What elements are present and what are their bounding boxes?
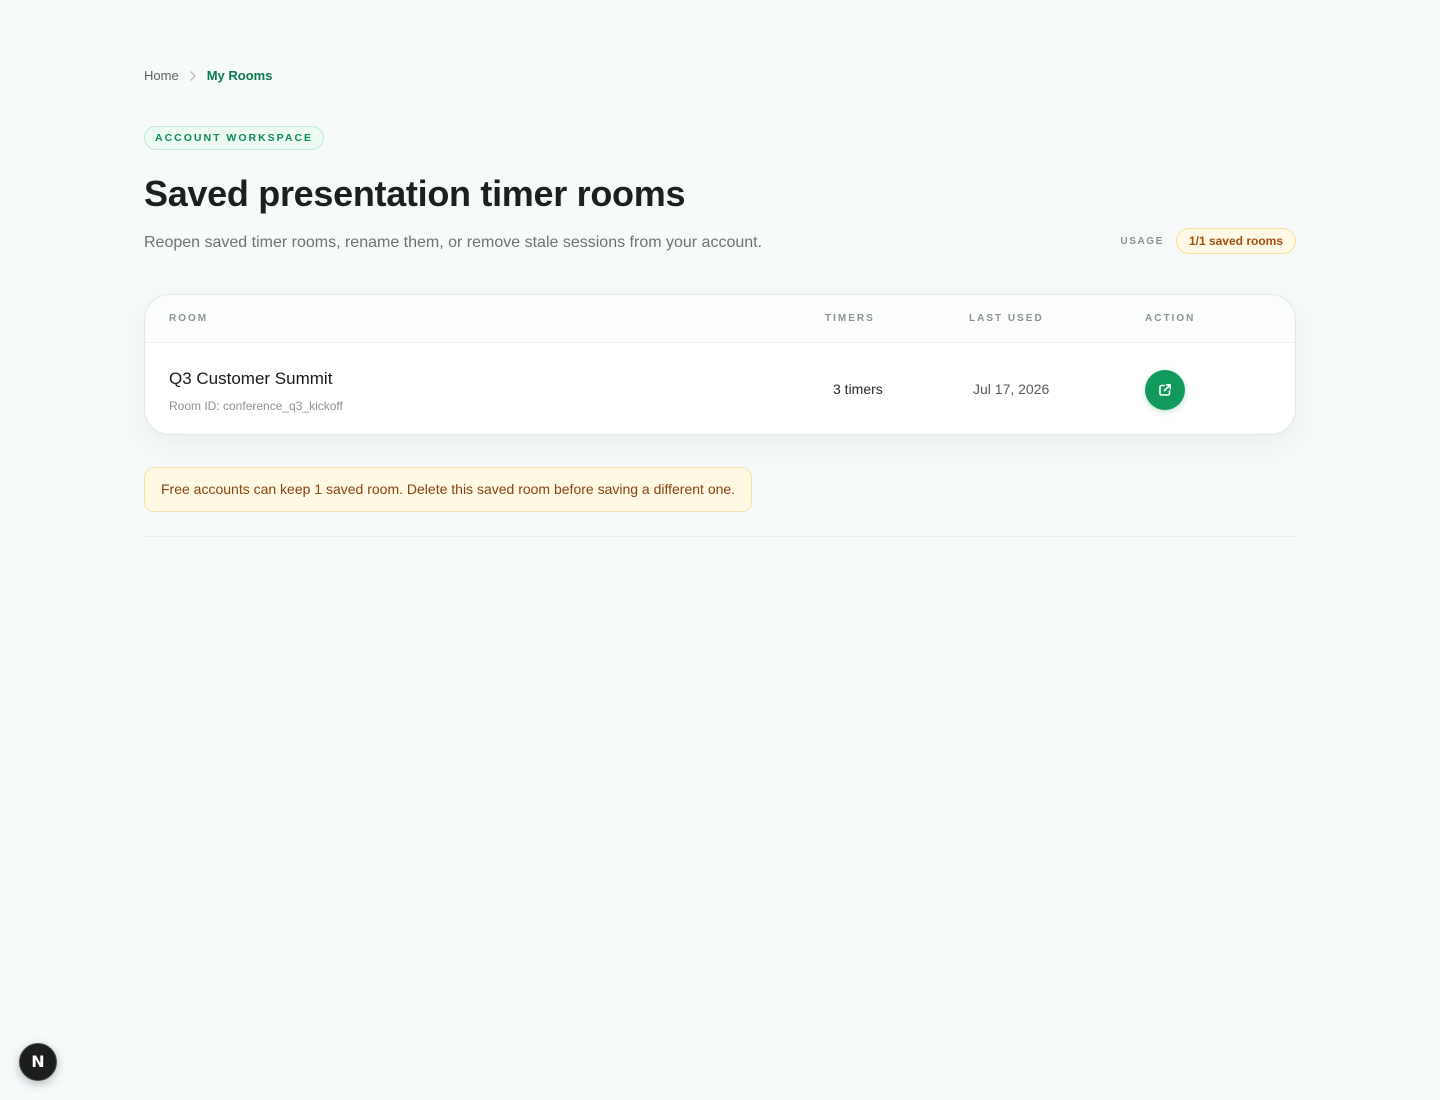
room-name: Q3 Customer Summit [169,369,333,388]
column-header-action: Action [1145,313,1196,324]
table-header: Room Timers Last used Action [145,295,1295,343]
page-subtitle: Reopen saved timer rooms, rename them, o… [144,234,763,251]
chevron-right-icon [179,71,207,81]
breadcrumb-current: My Rooms [206,68,273,83]
column-header-last-used: Last used [969,313,1044,324]
breadcrumb: Home My Rooms [144,68,272,84]
external-link-icon [1157,382,1173,398]
account-workspace-badge: Account workspace [144,126,325,150]
usage-badge: 1/1 saved rooms [1175,228,1296,254]
room-timers-count: 3 timers [833,381,883,397]
rooms-table: Room Timers Last used Action Q3 Customer… [144,294,1296,435]
room-id: Room ID: conference_q3_kickoff [169,399,343,413]
table-row: Q3 Customer Summit Room ID: conference_q… [145,343,1295,434]
n-logo-icon: N [31,1052,45,1071]
breadcrumb-home-link[interactable]: Home [144,68,179,84]
column-header-timers: Timers [825,313,875,324]
column-header-room: Room [169,313,209,324]
page-title: Saved presentation timer rooms [144,173,686,214]
room-last-used: Jul 17, 2026 [973,381,1050,397]
open-room-button[interactable] [1145,370,1185,410]
usage-label: Usage [1120,235,1164,247]
dev-tools-button[interactable]: N [19,1043,57,1081]
usage-indicator: Usage 1/1 saved rooms [1120,228,1296,254]
section-divider [144,536,1296,537]
free-plan-notice: Free accounts can keep 1 saved room. Del… [144,467,753,512]
